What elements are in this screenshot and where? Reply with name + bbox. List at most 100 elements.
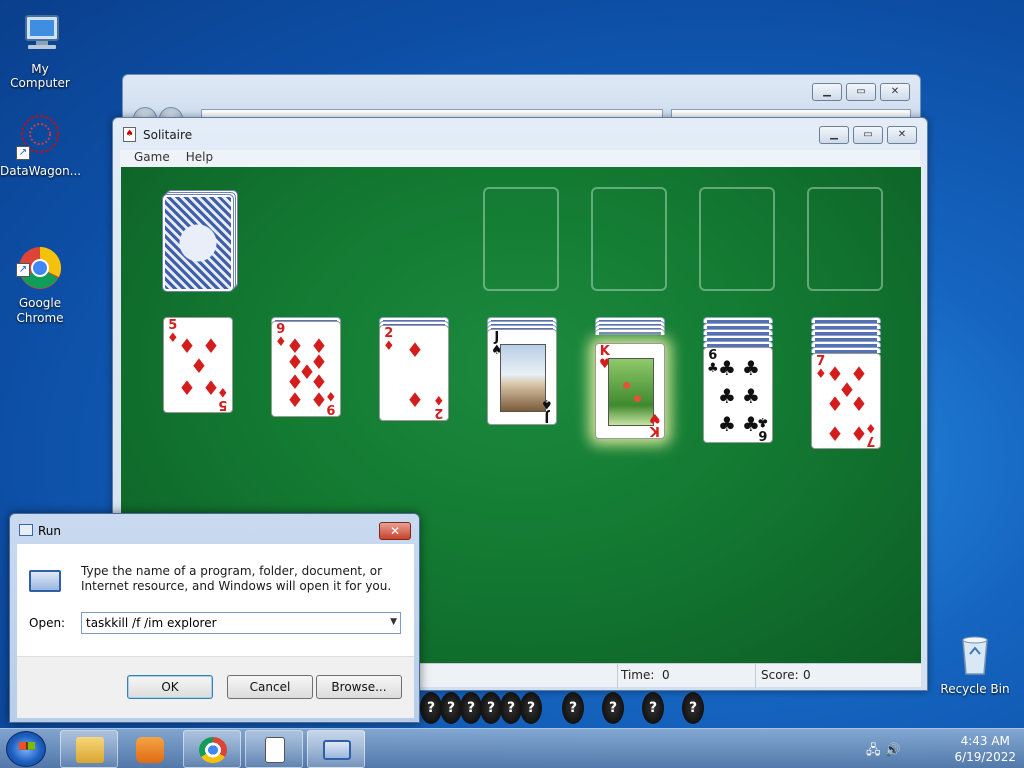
desktop-icon-label: My Computer <box>10 62 70 90</box>
stock-pile[interactable] <box>162 190 239 292</box>
jack-face-art <box>500 344 546 412</box>
desktop-icon-google-chrome[interactable]: ↗ Google Chrome <box>0 214 80 326</box>
open-input-value[interactable]: taskkill /f /im explorer <box>86 616 217 630</box>
unknown-game-icon[interactable]: ? <box>602 692 624 724</box>
window-title: Solitaire <box>143 128 193 142</box>
minimize-button[interactable]: ▁ <box>819 126 849 144</box>
clock-date: 6/19/2022 <box>954 750 1016 764</box>
solitaire-app-icon: ♠ <box>123 127 136 142</box>
open-label: Open: <box>29 616 66 630</box>
card-rank: 9 ♦ <box>325 388 337 416</box>
title-bar[interactable]: ♠ Solitaire ▁ ▭ ✕ <box>113 118 927 150</box>
browse-button[interactable]: Browse... <box>316 675 402 699</box>
close-button[interactable]: ✕ <box>887 126 917 144</box>
menu-bar: Game Help <box>120 150 920 168</box>
recycle-bin-icon <box>951 630 999 678</box>
card-back[interactable] <box>162 194 234 292</box>
chevron-down-icon[interactable]: ▼ <box>390 617 397 627</box>
menu-game[interactable]: Game <box>134 150 170 168</box>
shortcut-arrow-icon: ↗ <box>16 263 30 277</box>
card-rank: K ♥ <box>649 410 661 438</box>
media-player-icon <box>136 737 164 763</box>
desktop-icon-label: DataWagon... <box>0 164 82 178</box>
card-rank: 7 ♦ <box>865 420 877 448</box>
unknown-game-icon[interactable]: ? <box>480 692 502 724</box>
card-rank: 2 ♦ <box>433 392 445 420</box>
unknown-game-icon[interactable]: ? <box>520 692 542 724</box>
foundation-slot[interactable] <box>807 187 883 291</box>
card-2-diamonds[interactable]: 2 ♦ ♦ ♦ 2 ♦ <box>379 325 449 421</box>
card-7-diamonds[interactable]: 7 ♦ ♦ ♦ ♦ ♦ ♦ ♦ ♦ 7 ♦ <box>811 353 881 449</box>
clock[interactable]: 4:43 AM 6/19/2022 <box>954 733 1016 765</box>
dialog-body: Type the name of a program, folder, docu… <box>17 544 414 656</box>
card-rank: 6 ♣ <box>757 414 769 442</box>
taskbar-media-player[interactable] <box>120 730 178 768</box>
card-rank: J ♠ <box>541 396 553 424</box>
desktop-icon-datawagon[interactable]: ↗ DataWagon... <box>0 112 82 178</box>
taskbar-run[interactable] <box>307 730 365 768</box>
clock-time: 4:43 AM <box>960 734 1010 748</box>
taskbar: 🖧 🔊 4:43 AM 6/19/2022 <box>0 728 1024 768</box>
taskbar-chrome[interactable] <box>183 730 241 768</box>
desktop-icon-label: Google Chrome <box>16 296 64 325</box>
foundation-slot[interactable] <box>483 187 559 291</box>
run-app-icon <box>19 524 33 536</box>
cancel-button[interactable]: Cancel <box>227 675 313 699</box>
folder-icon <box>76 737 104 763</box>
solitaire-icon <box>265 737 285 763</box>
unknown-game-icon[interactable]: ? <box>562 692 584 724</box>
tray-icons: 🖧 🔊 <box>866 741 901 763</box>
unknown-game-icon[interactable]: ? <box>440 692 462 724</box>
card-king-hearts[interactable]: K ♥ K ♥ <box>595 343 665 439</box>
close-button[interactable]: ✕ <box>379 522 411 540</box>
dialog-title: Run <box>38 524 62 538</box>
minimize-button[interactable]: ▁ <box>812 83 842 101</box>
unknown-game-icon[interactable]: ? <box>682 692 704 724</box>
chrome-icon: ↗ <box>16 229 64 289</box>
score-label: Score: <box>761 668 799 682</box>
close-button[interactable]: ✕ <box>880 83 910 101</box>
ok-button[interactable]: OK <box>127 675 213 699</box>
shortcut-arrow-icon: ↗ <box>16 146 30 160</box>
card-rank: 5 ♦ <box>217 384 229 412</box>
card-rank: 7 ♦ <box>815 354 827 382</box>
chrome-icon <box>199 737 227 763</box>
card-rank: 5 ♦ <box>167 318 179 346</box>
run-icon <box>323 740 351 760</box>
card-rank: 9 ♦ <box>275 322 287 350</box>
open-combobox[interactable]: taskkill /f /im explorer ▼ <box>81 612 401 634</box>
volume-icon[interactable]: 🔊 <box>885 743 901 758</box>
run-icon <box>29 570 61 592</box>
time-value: 0 <box>662 668 670 682</box>
desktop-icon-recycle-bin[interactable]: Recycle Bin <box>935 630 1015 696</box>
computer-icon <box>16 10 64 58</box>
taskbar-solitaire[interactable] <box>245 730 303 768</box>
run-dialog[interactable]: Run ✕ Type the name of a program, folder… <box>9 513 420 723</box>
games-strip: ? ? ? ? ? ? ? ? ? ? <box>420 692 770 724</box>
card-rank: 6 ♣ <box>707 348 719 376</box>
card-rank: 2 ♦ <box>383 326 395 354</box>
score-value: 0 <box>803 668 811 682</box>
taskbar-explorer[interactable] <box>60 730 118 768</box>
facedown-card <box>595 329 665 335</box>
card-9-diamonds[interactable]: 9 ♦ ♦ ♦ ♦ ♦ ♦ ♦ ♦ ♦ ♦ 9 ♦ <box>271 321 341 417</box>
king-face-art <box>608 358 654 426</box>
datawagon-icon: ↗ <box>16 112 64 160</box>
unknown-game-icon[interactable]: ? <box>500 692 522 724</box>
foundation-slot[interactable] <box>591 187 667 291</box>
maximize-button[interactable]: ▭ <box>853 126 883 144</box>
maximize-button[interactable]: ▭ <box>846 83 876 101</box>
desktop-icon-my-computer[interactable]: My Computer <box>0 10 80 90</box>
unknown-game-icon[interactable]: ? <box>642 692 664 724</box>
menu-help[interactable]: Help <box>186 150 213 168</box>
card-6-clubs[interactable]: 6 ♣ ♣ ♣ ♣ ♣ ♣ ♣ 6 ♣ <box>703 347 773 443</box>
dialog-footer: OK Cancel Browse... <box>17 656 414 718</box>
network-icon[interactable]: 🖧 <box>866 743 881 758</box>
card-5-diamonds[interactable]: 5 ♦ ♦ ♦ ♦ ♦ ♦ 5 ♦ <box>163 317 233 413</box>
unknown-game-icon[interactable]: ? <box>460 692 482 724</box>
card-jack-spades[interactable]: J ♠ J ♠ <box>487 329 557 425</box>
foundation-slot[interactable] <box>699 187 775 291</box>
desktop-icon-label: Recycle Bin <box>940 682 1010 696</box>
start-button[interactable] <box>6 731 46 767</box>
unknown-game-icon[interactable]: ? <box>420 692 442 724</box>
